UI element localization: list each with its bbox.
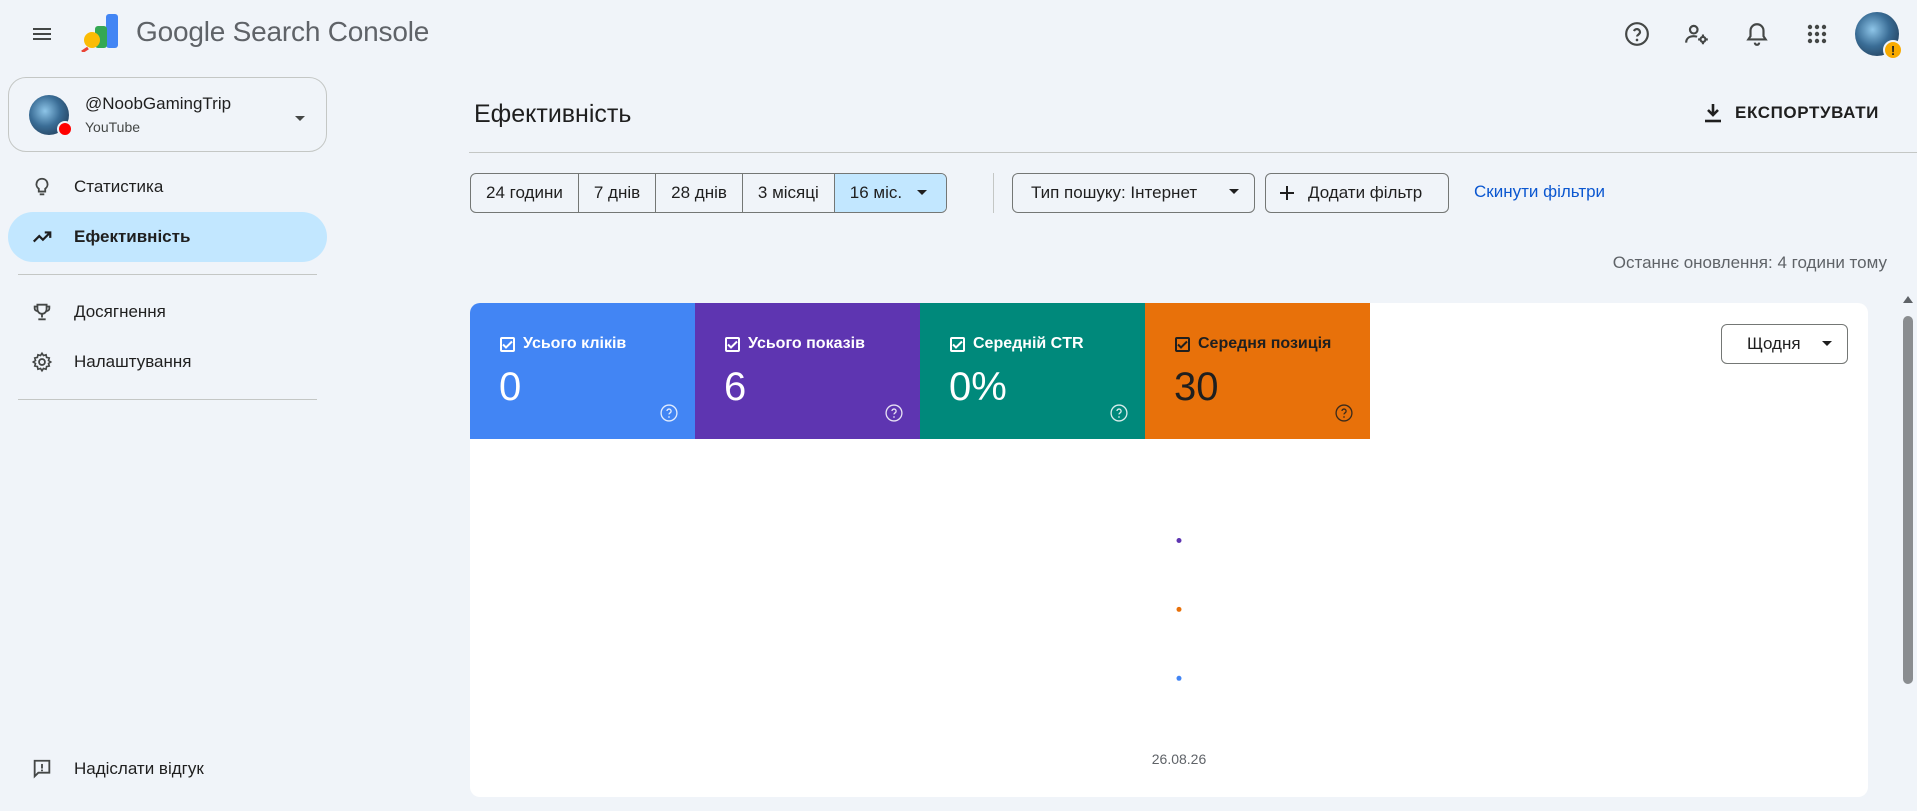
range-24h-button[interactable]: 24 години — [471, 174, 579, 212]
metric-value: 6 — [724, 365, 747, 409]
chart-svg: 26.08.26 — [1152, 538, 1207, 767]
send-feedback-link[interactable]: Надіслати відгук — [8, 744, 327, 794]
property-name: @NoobGamingTrip — [85, 94, 232, 113]
x-tick-label: 26.08.26 — [1152, 751, 1207, 767]
metric-value: 0% — [949, 365, 1007, 409]
performance-chart: 26.08.26 — [470, 439, 1868, 797]
metric-average-ctr[interactable]: Середній CTR 0% — [920, 303, 1145, 439]
page-title: Ефективність — [474, 100, 632, 128]
property-selector[interactable]: @NoobGamingTrip YouTube — [8, 77, 327, 152]
data-point[interactable] — [1176, 606, 1182, 612]
help-icon[interactable] — [884, 403, 904, 423]
checkbox-checked-icon[interactable] — [725, 336, 740, 352]
scrollbar[interactable] — [1899, 296, 1917, 811]
range-label: 7 днів — [593, 183, 641, 202]
feedback-icon — [30, 757, 54, 781]
lightbulb-icon — [30, 175, 54, 199]
sidebar-item-settings[interactable]: Налаштування — [8, 337, 327, 387]
apps-grid-icon[interactable] — [1793, 10, 1841, 58]
range-3m-button[interactable]: 3 місяці — [743, 174, 835, 212]
notifications-icon[interactable] — [1733, 10, 1781, 58]
add-filter-button[interactable]: Додати фільтр — [1265, 173, 1449, 213]
range-7d-button[interactable]: 7 днів — [579, 174, 657, 212]
export-label: ЕКСПОРТУВАТИ — [1735, 103, 1879, 122]
sidebar-item-label: Ефективність — [74, 227, 191, 246]
help-icon[interactable] — [659, 403, 679, 423]
chevron-down-icon — [916, 189, 928, 197]
metric-value: 0 — [499, 365, 522, 409]
trophy-icon — [30, 300, 54, 324]
metric-average-position[interactable]: Середня позиція 30 — [1145, 303, 1370, 439]
sidebar-item-performance[interactable]: Ефективність — [8, 212, 327, 262]
checkbox-checked-icon[interactable] — [500, 336, 515, 352]
range-28d-button[interactable]: 28 днів — [656, 174, 743, 212]
granularity-label: Щодня — [1747, 334, 1801, 353]
metric-label: Усього кліків — [523, 335, 627, 352]
download-icon — [1703, 102, 1723, 124]
sidebar-item-label: Налаштування — [74, 352, 192, 371]
metric-label: Усього показів — [748, 335, 865, 352]
sidebar-item-label: Досягнення — [74, 302, 166, 321]
search-type-filter[interactable]: Тип пошуку: Інтернет — [1012, 173, 1255, 213]
granularity-dropdown[interactable]: Щодня — [1721, 324, 1848, 364]
last-updated-text: Останнє оновлення: 4 години тому — [1612, 253, 1887, 272]
sidebar-item-statistics[interactable]: Статистика — [8, 162, 327, 212]
export-button[interactable]: ЕКСПОРТУВАТИ — [1703, 95, 1879, 131]
scroll-thumb[interactable] — [1903, 316, 1913, 684]
search-type-label: Тип пошуку: Інтернет — [1031, 183, 1198, 202]
property-type: YouTube — [85, 119, 141, 135]
metric-total-impressions[interactable]: Усього показів 6 — [695, 303, 920, 439]
divider — [469, 152, 1917, 153]
metric-total-clicks[interactable]: Усього кліків 0 — [470, 303, 695, 439]
range-label: 16 міс. — [849, 183, 903, 202]
gear-icon — [30, 350, 54, 374]
range-label: 3 місяці — [757, 183, 819, 202]
divider — [18, 399, 317, 400]
help-icon[interactable] — [1613, 10, 1661, 58]
app-title: Google Search Console — [136, 16, 430, 47]
metric-label: Середній CTR — [973, 335, 1084, 352]
feedback-label: Надіслати відгук — [74, 759, 204, 778]
search-console-logo-icon — [81, 14, 118, 52]
scroll-up-arrow-icon[interactable] — [1903, 296, 1913, 303]
range-label: 24 години — [486, 183, 563, 202]
date-range-selector: 24 години 7 днів 28 днів 3 місяці 16 міс… — [470, 173, 948, 213]
trending-up-icon — [30, 225, 54, 249]
manage-users-icon[interactable] — [1673, 10, 1721, 58]
data-point[interactable] — [1176, 538, 1182, 543]
property-avatar — [29, 94, 73, 137]
chevron-down-icon — [294, 110, 306, 128]
performance-card: Усього кліків 0 Усього показів 6 Середні… — [470, 303, 1868, 797]
add-filter-label: Додати фільтр — [1308, 183, 1423, 202]
metric-value: 30 — [1174, 365, 1219, 409]
sidebar-item-label: Статистика — [74, 177, 164, 196]
metric-label: Середня позиція — [1198, 335, 1332, 352]
reset-filters-link[interactable]: Скинути фільтри — [1474, 182, 1605, 202]
range-16m-button[interactable]: 16 міс. — [834, 174, 947, 212]
app-logo[interactable]: Google Search Console — [80, 12, 429, 52]
sidebar-item-achievements[interactable]: Досягнення — [8, 287, 327, 337]
menu-icon[interactable] — [22, 14, 62, 54]
youtube-badge-icon — [57, 120, 73, 137]
range-label: 28 днів — [671, 183, 727, 202]
sidebar-nav: Статистика Ефективність Досягнення Налаш… — [8, 162, 327, 412]
divider — [993, 173, 994, 213]
chevron-down-icon — [1228, 188, 1240, 196]
account-avatar[interactable]: ! — [1855, 12, 1903, 60]
help-icon[interactable] — [1109, 403, 1129, 423]
help-icon[interactable] — [1334, 403, 1354, 423]
checkbox-checked-icon[interactable] — [950, 336, 965, 352]
divider — [18, 274, 317, 275]
checkbox-checked-icon[interactable] — [1175, 336, 1190, 352]
plus-icon — [1278, 184, 1296, 202]
data-point[interactable] — [1176, 675, 1182, 681]
chevron-down-icon — [1821, 340, 1833, 348]
warning-icon: ! — [1883, 40, 1903, 60]
top-app-bar: Google Search Console ! — [0, 0, 1917, 68]
